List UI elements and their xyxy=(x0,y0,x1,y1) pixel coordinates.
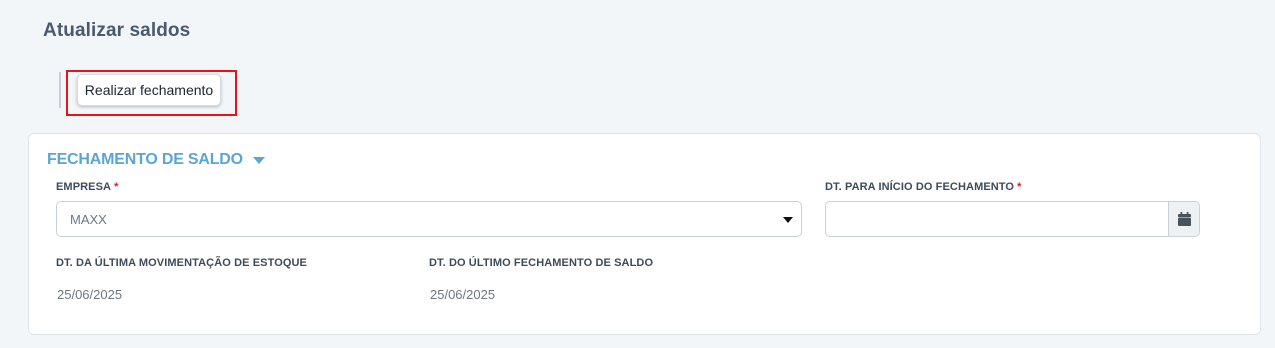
last-balance-close-value: 25/06/2025 xyxy=(430,287,496,302)
start-date-label: DT. PARA INÍCIO DO FECHAMENTO * xyxy=(825,181,1021,193)
last-stock-movement-value: 25/06/2025 xyxy=(57,287,123,302)
start-date-input[interactable] xyxy=(826,202,1168,236)
empresa-label-text: EMPRESA xyxy=(56,181,112,193)
required-mark: * xyxy=(114,181,119,193)
last-stock-movement-label: DT. DA ÚLTIMA MOVIMENTAÇÃO DE ESTOQUE xyxy=(56,257,307,269)
fechamento-card: FECHAMENTO DE SALDO EMPRESA * MAXX DT. PA… xyxy=(28,133,1261,335)
empresa-select[interactable]: MAXX xyxy=(56,201,802,237)
realizar-fechamento-button[interactable]: Realizar fechamento xyxy=(77,74,221,106)
section-header[interactable]: FECHAMENTO DE SALDO xyxy=(47,151,265,169)
empresa-select-value: MAXX xyxy=(70,211,107,227)
section-title: FECHAMENTO DE SALDO xyxy=(47,151,243,168)
empresa-label: EMPRESA * xyxy=(56,181,119,193)
caret-down-icon xyxy=(252,156,265,164)
start-date-field xyxy=(825,201,1200,237)
calendar-button[interactable] xyxy=(1168,202,1199,236)
caret-down-icon xyxy=(783,217,793,223)
calendar-icon xyxy=(1177,212,1191,226)
toolbar-divider xyxy=(59,72,61,108)
start-date-label-text: DT. PARA INÍCIO DO FECHAMENTO xyxy=(825,181,1015,193)
page-title: Atualizar saldos xyxy=(43,20,191,41)
required-mark: * xyxy=(1017,181,1022,193)
last-balance-close-label: DT. DO ÚLTIMO FECHAMENTO DE SALDO xyxy=(429,257,654,269)
